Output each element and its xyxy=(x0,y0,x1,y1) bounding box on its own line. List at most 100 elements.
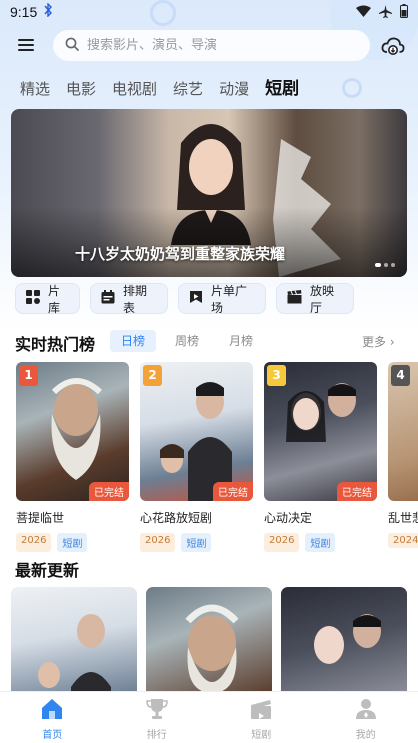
rank-badge: 1 xyxy=(19,365,38,386)
hero-banner[interactable]: 十八岁太奶奶驾到重整家族荣耀 xyxy=(11,109,407,277)
nav-profile-label: 我的 xyxy=(355,730,376,741)
tab-movies[interactable]: 电影 xyxy=(66,78,96,100)
card-title: 心动决定 xyxy=(264,511,313,525)
playlist-square-button[interactable]: 片单广场 xyxy=(178,283,266,315)
tab-featured[interactable]: 精选 xyxy=(20,78,50,100)
type-tag: 短剧 xyxy=(181,533,212,552)
menu-line xyxy=(18,44,34,46)
schedule-button[interactable]: 排期表 xyxy=(90,283,168,315)
finished-tag: 已完结 xyxy=(213,482,253,501)
nav-profile[interactable]: 我的 xyxy=(314,692,418,743)
home-icon xyxy=(40,698,64,724)
clapperboard-icon xyxy=(287,290,302,307)
type-tag: 短剧 xyxy=(305,533,336,552)
poster-image: 2 已完结 xyxy=(140,362,253,501)
tab-daily-ranking[interactable]: 日榜 xyxy=(110,330,156,352)
status-time: 9:15 xyxy=(10,4,38,20)
playlist-icon xyxy=(189,290,203,307)
latest-card[interactable] xyxy=(146,587,272,693)
theater-button[interactable]: 放映厅 xyxy=(276,283,354,315)
library-label: 片库 xyxy=(48,283,61,315)
card-tags: 2026 短剧 xyxy=(264,533,377,552)
nav-short-drama-label: 短剧 xyxy=(251,730,272,741)
nav-short-drama[interactable]: 短剧 xyxy=(209,692,314,743)
library-button[interactable]: 片库 xyxy=(15,283,80,315)
card-title: 心花路放短剧 xyxy=(140,511,213,525)
hot-ranking-list: 1 已完结 菩提临世 2026 短剧 2 已完结 心花路放短剧 2026 短剧 xyxy=(16,362,418,552)
rank-badge: 4 xyxy=(391,365,410,386)
hot-ranking-title: 实时热门榜 xyxy=(15,335,96,354)
menu-button[interactable] xyxy=(18,36,38,56)
latest-updates-title: 最新更新 xyxy=(15,561,80,580)
decorative-bubble xyxy=(342,78,362,98)
tab-tv-series[interactable]: 电视剧 xyxy=(112,78,157,100)
ranking-card[interactable]: 3 已完结 心动决定 2026 短剧 xyxy=(264,362,377,552)
playlist-square-label: 片单广场 xyxy=(211,283,248,315)
nav-ranking-label: 排行 xyxy=(146,730,167,741)
airplane-icon xyxy=(379,4,392,22)
year-tag: 2024 xyxy=(388,533,418,548)
banner-dot xyxy=(384,263,388,267)
banner-dot xyxy=(391,263,395,267)
ranking-card[interactable]: 2 已完结 心花路放短剧 2026 短剧 xyxy=(140,362,253,552)
menu-line xyxy=(18,49,34,51)
category-tabs: 精选 电影 电视剧 综艺 动漫 短剧 xyxy=(20,78,315,100)
cloud-download-icon[interactable] xyxy=(380,33,406,59)
ranking-card[interactable]: 1 已完结 菩提临世 2026 短剧 xyxy=(16,362,129,552)
year-tag: 2026 xyxy=(16,533,52,552)
ranking-card[interactable]: 4 乱世悲 2024 xyxy=(388,362,418,552)
card-title: 菩提临世 xyxy=(16,511,65,525)
nav-home[interactable]: 首页 xyxy=(0,692,105,743)
grid-icon xyxy=(26,290,40,307)
search-row xyxy=(0,30,418,62)
bottom-navigation: 首页 排行 短剧 我的 xyxy=(0,691,418,743)
latest-poster-image xyxy=(185,604,239,693)
latest-updates-list xyxy=(11,587,407,693)
menu-line xyxy=(18,39,34,41)
wifi-icon xyxy=(356,5,371,21)
nav-home-label: 首页 xyxy=(42,730,63,741)
poster-image: 4 xyxy=(388,362,418,501)
banner-dot-active xyxy=(375,263,381,267)
tab-monthly-ranking[interactable]: 月榜 xyxy=(218,330,264,352)
more-label: 更多 xyxy=(362,335,387,349)
quick-links: 片库 排期表 片单广场 放映厅 xyxy=(15,283,354,315)
card-tags: 2026 短剧 xyxy=(16,533,129,552)
card-tags: 2024 xyxy=(388,533,418,548)
ranking-tabs: 日榜 周榜 月榜 xyxy=(110,330,264,352)
rank-badge: 3 xyxy=(267,365,286,386)
theater-label: 放映厅 xyxy=(310,283,335,315)
card-tags: 2026 短剧 xyxy=(140,533,253,552)
schedule-label: 排期表 xyxy=(123,283,148,315)
banner-title: 十八岁太奶奶驾到重整家族荣耀 xyxy=(75,245,286,263)
year-tag: 2026 xyxy=(140,533,176,552)
latest-poster-image xyxy=(314,614,381,664)
banner-shade xyxy=(11,207,407,277)
status-bar: 9:15 xyxy=(0,0,418,24)
tab-variety[interactable]: 综艺 xyxy=(173,78,203,100)
bluetooth-icon xyxy=(43,2,53,21)
clapperboard-icon xyxy=(249,698,273,724)
poster-image: 1 已完结 xyxy=(16,362,129,501)
calendar-icon xyxy=(101,290,115,307)
tab-anime[interactable]: 动漫 xyxy=(219,78,249,100)
banner-pagination xyxy=(375,263,395,267)
search-icon xyxy=(65,36,79,55)
poster-image: 3 已完结 xyxy=(264,362,377,501)
rank-badge: 2 xyxy=(143,365,162,386)
chevron-right-icon: › xyxy=(389,335,395,349)
more-ranking-link[interactable]: 更多 › xyxy=(362,333,395,350)
battery-icon xyxy=(400,4,408,22)
finished-tag: 已完结 xyxy=(89,482,129,501)
tab-short-drama[interactable]: 短剧 xyxy=(265,78,299,100)
finished-tag: 已完结 xyxy=(337,482,377,501)
tab-weekly-ranking[interactable]: 周榜 xyxy=(164,330,210,352)
search-input[interactable] xyxy=(87,38,347,53)
user-icon xyxy=(354,698,378,724)
search-box[interactable] xyxy=(53,30,370,61)
trophy-icon xyxy=(145,698,169,724)
latest-card[interactable] xyxy=(11,587,137,693)
year-tag: 2026 xyxy=(264,533,300,552)
nav-ranking[interactable]: 排行 xyxy=(105,692,210,743)
latest-card[interactable] xyxy=(281,587,407,693)
